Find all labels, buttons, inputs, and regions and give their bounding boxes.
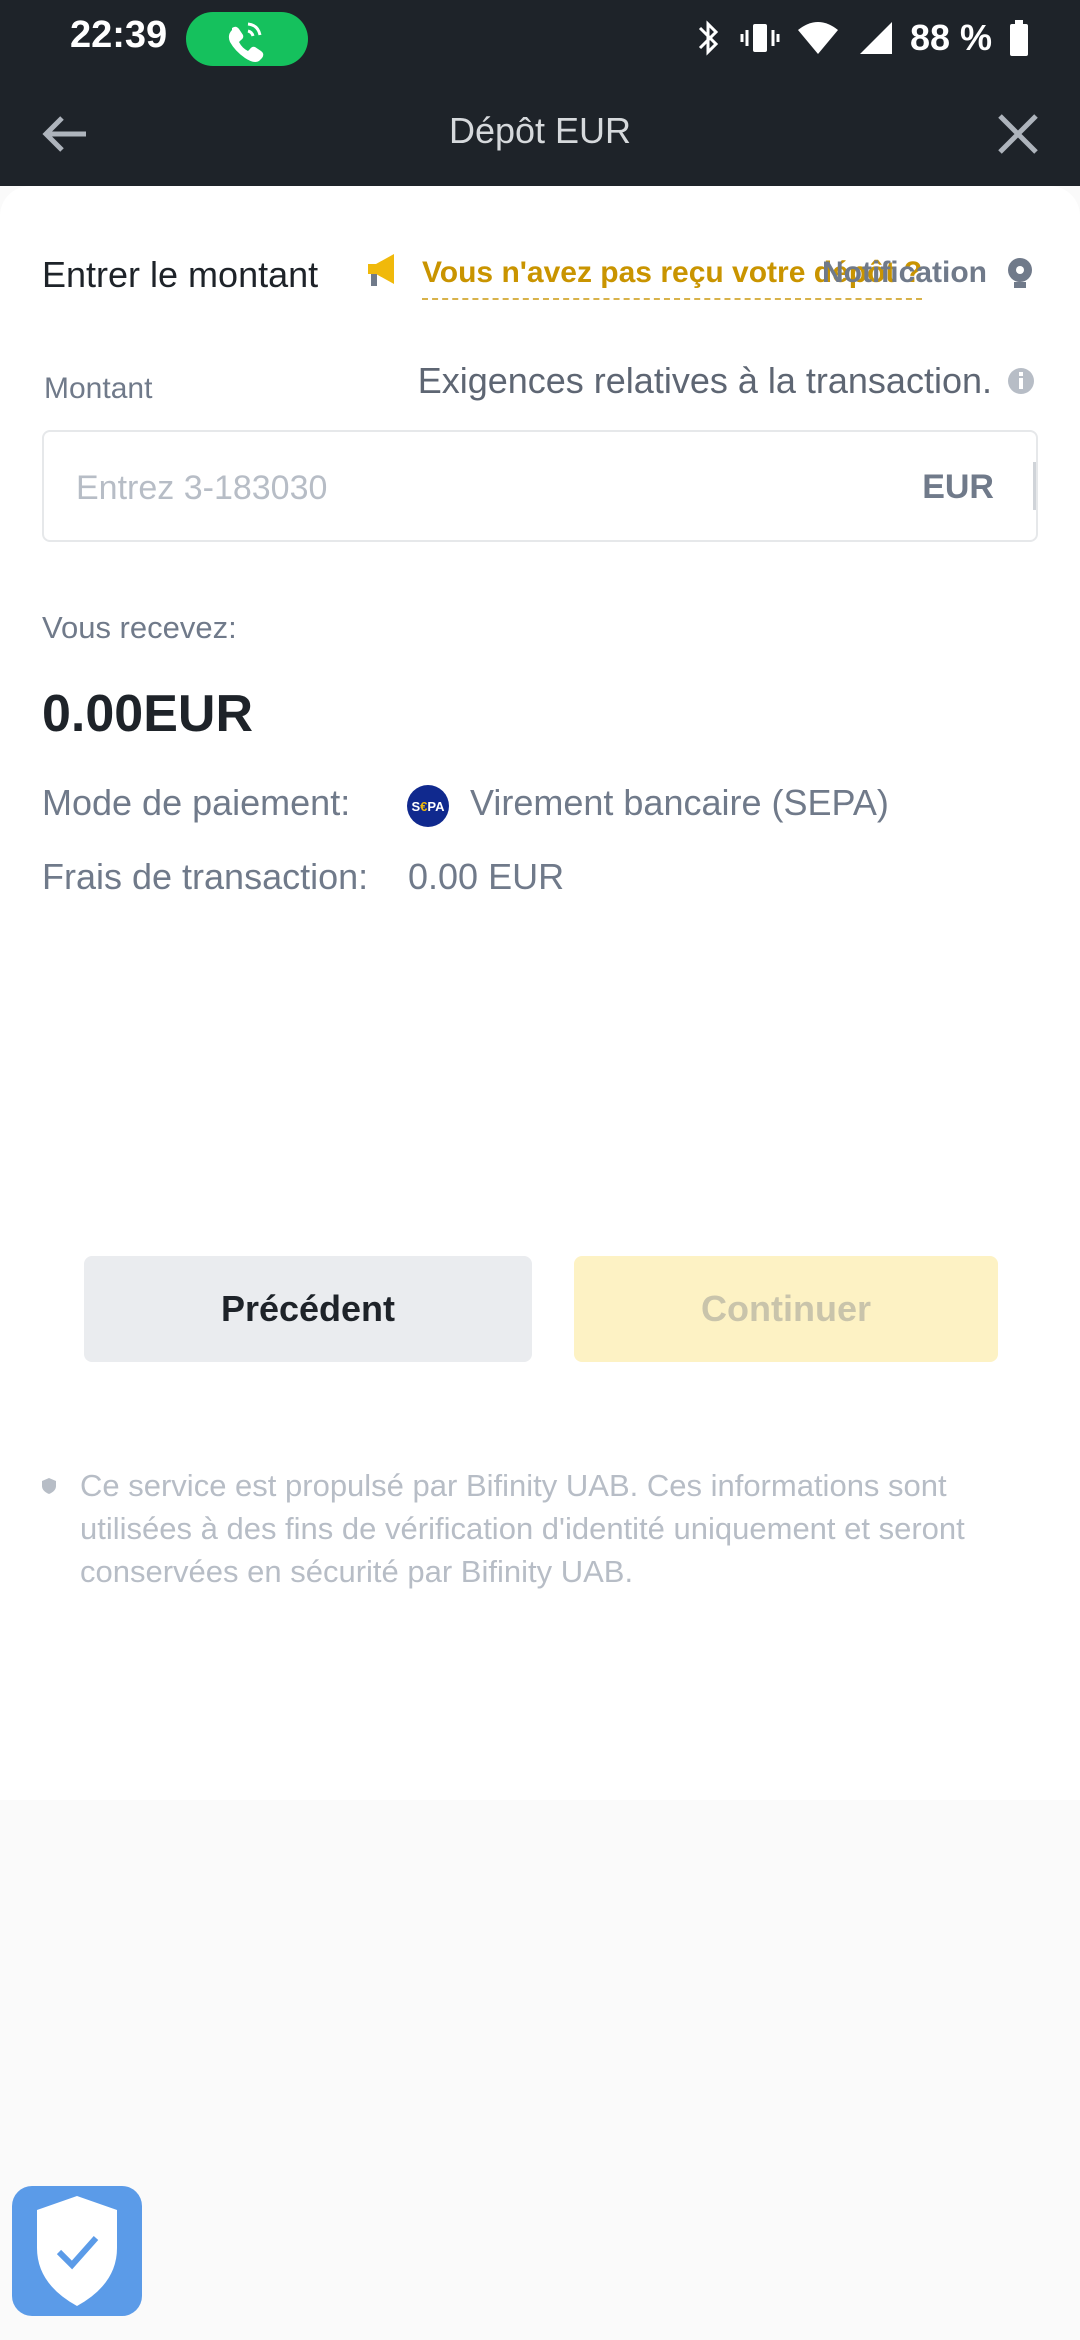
- currency-label: EUR: [922, 468, 994, 506]
- continue-button[interactable]: Continuer: [574, 1256, 998, 1362]
- svg-text:S€PA: S€PA: [411, 799, 445, 814]
- phone-call-icon: [228, 22, 264, 62]
- shield-check-icon: [37, 2196, 117, 2306]
- wifi-icon: [797, 22, 838, 54]
- status-bar: 22:39 88 %: [0, 0, 1080, 80]
- deposit-card: Entrer le montant Vous n'avez pas reçu v…: [0, 186, 1080, 1800]
- status-time: 22:39: [70, 14, 168, 56]
- signal-icon: [859, 22, 892, 54]
- amount-input[interactable]: [74, 462, 898, 514]
- fee-value: 0.00 EUR: [408, 856, 565, 897]
- battery-percent: 88 %: [909, 17, 992, 58]
- payment-method-label: Mode de paiement:: [42, 782, 351, 823]
- ongoing-call-pill[interactable]: [186, 12, 308, 66]
- info-icon[interactable]: [1006, 366, 1036, 396]
- section-title: Entrer le montant: [42, 254, 319, 295]
- battery-icon: [1010, 20, 1028, 56]
- receive-amount: 0.00EUR: [42, 685, 253, 743]
- previous-button[interactable]: Précédent: [84, 1256, 532, 1362]
- fee-label: Frais de transaction:: [42, 856, 369, 897]
- receive-label: Vous recevez:: [42, 610, 237, 645]
- amount-field[interactable]: EUR: [42, 430, 1038, 542]
- status-icons: 88 %: [694, 14, 1030, 62]
- bluetooth-icon: [698, 20, 719, 56]
- vibrate-icon: [740, 24, 780, 52]
- close-icon: [998, 114, 1038, 154]
- transaction-requirements-link[interactable]: Exigences relatives à la transaction.: [418, 360, 992, 402]
- bulb-icon[interactable]: [1004, 256, 1036, 292]
- security-shield-button[interactable]: [12, 2186, 142, 2316]
- amount-label: Montant: [44, 372, 153, 405]
- app-bar: Dépôt EUR: [0, 80, 1080, 186]
- close-button[interactable]: [990, 106, 1046, 162]
- notification-link[interactable]: Notification: [822, 256, 987, 290]
- sepa-icon: S€PA: [407, 785, 449, 827]
- service-footnote: Ce service est propulsé par Bifinity UAB…: [80, 1468, 965, 1589]
- page-title: Dépôt EUR: [448, 110, 632, 151]
- megaphone-icon: [368, 254, 394, 286]
- shield-small-icon: [42, 1478, 56, 1494]
- payment-method-value: Virement bancaire (SEPA): [470, 782, 889, 823]
- input-divider: [1033, 462, 1036, 510]
